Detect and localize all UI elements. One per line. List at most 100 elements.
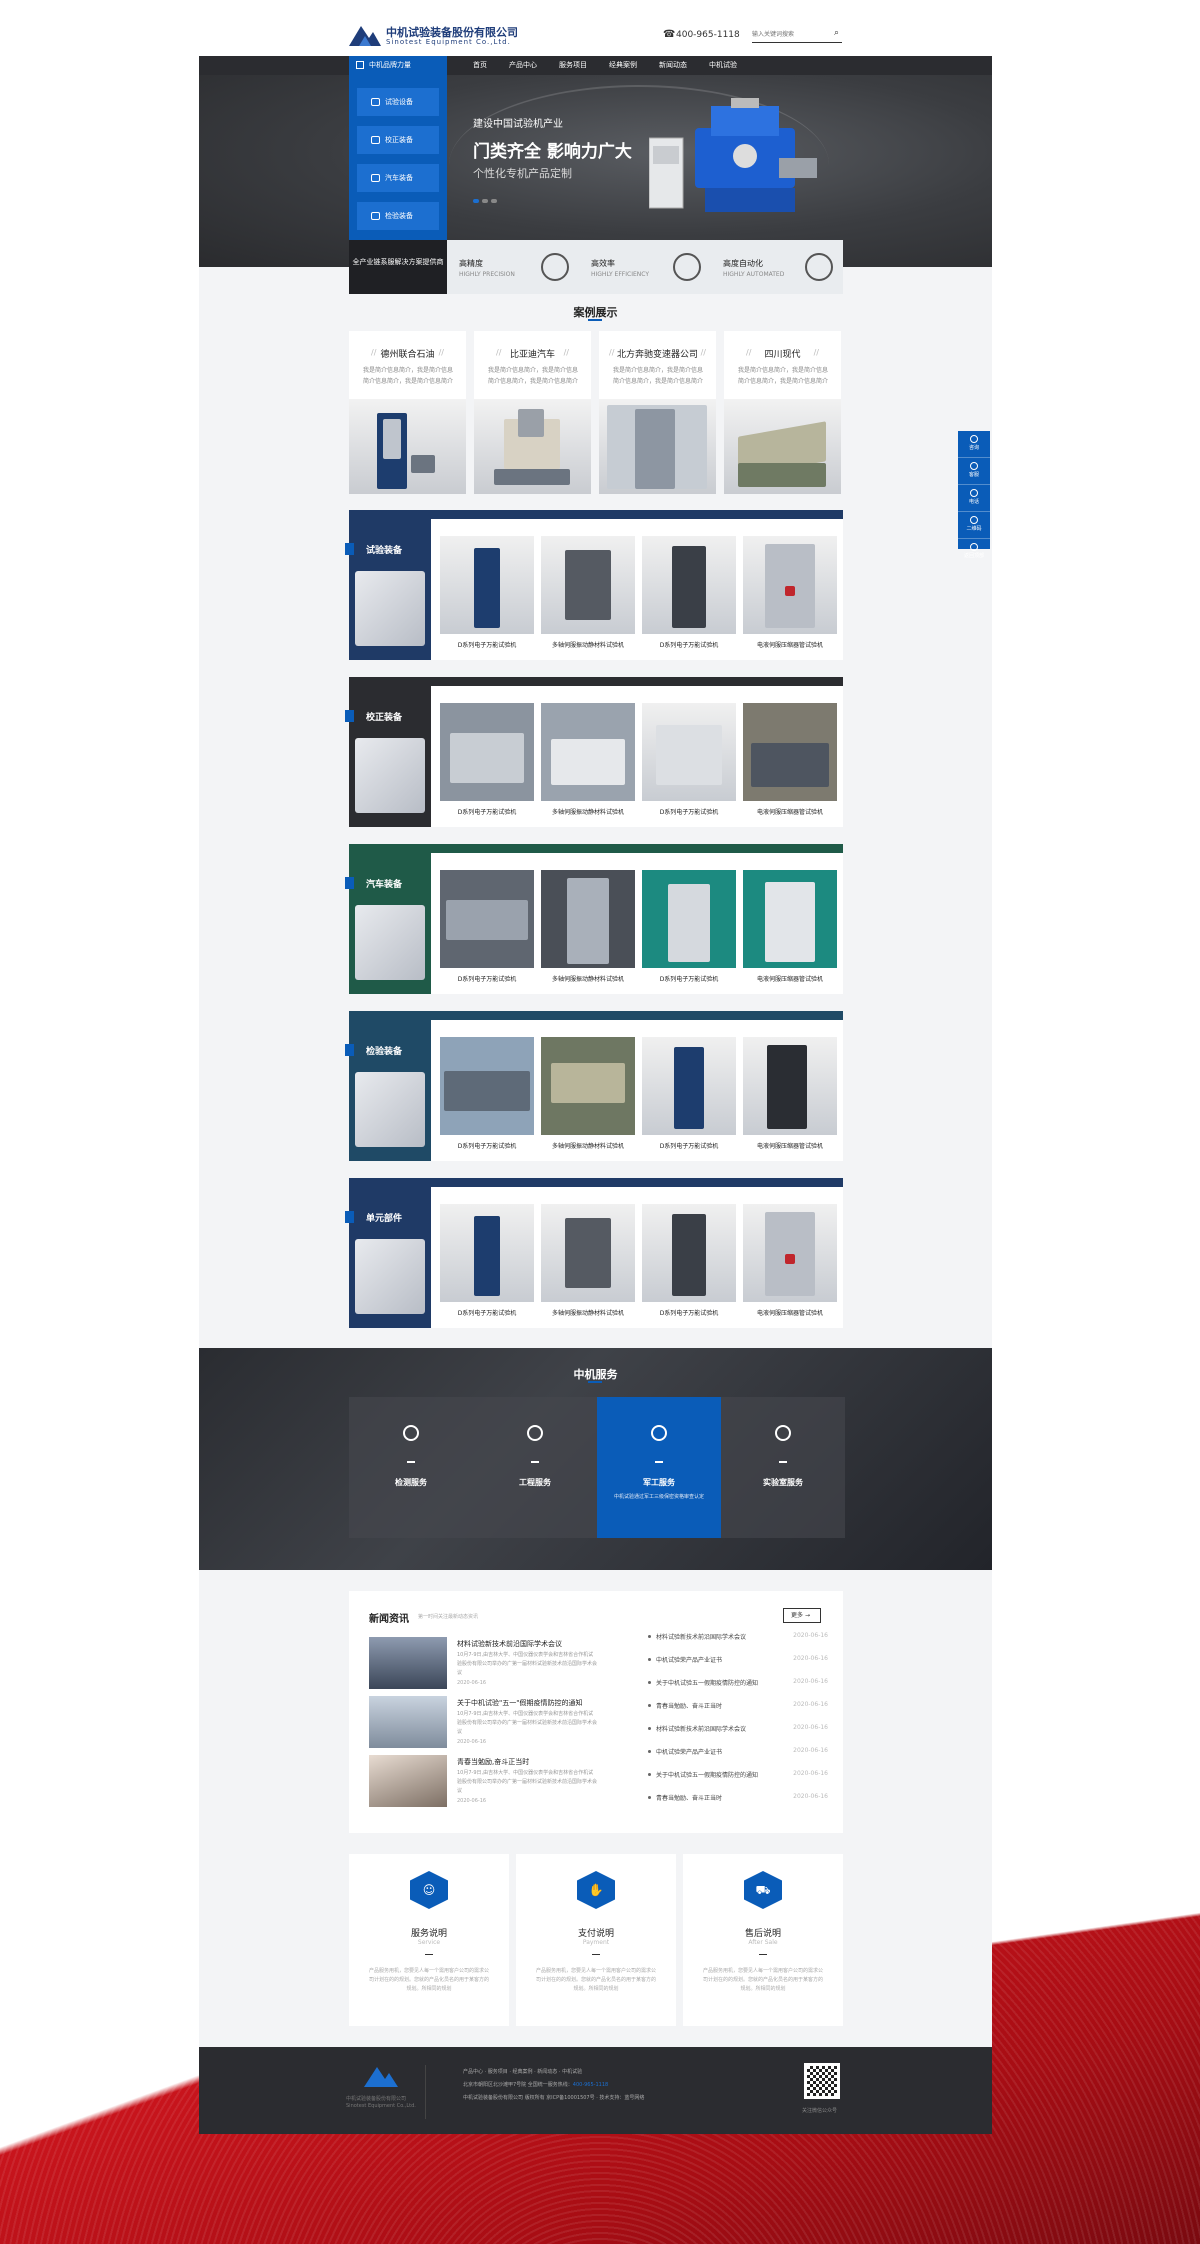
news-item-desc: 10月7-9日,由吉林大学、中国仪器仪表学会和吉林省合作机试验股份有限公司举办的…: [457, 1770, 598, 1794]
product-label: D系列电子万能试验机: [659, 809, 719, 816]
carousel-dot[interactable]: [482, 199, 488, 203]
nav-brand[interactable]: 中机品牌力量: [349, 56, 447, 75]
list-item[interactable]: 中机试验荣产品产业证书 2020-06-16: [648, 1747, 828, 1770]
row-category-panel[interactable]: 单元部件: [345, 1187, 431, 1328]
news-item[interactable]: 材料试验新技术前沿国际学术会议 10月7-9日,由吉林大学、中国仪器仪表学会和吉…: [369, 1637, 599, 1692]
float-qr[interactable]: 二维码: [958, 516, 990, 539]
case-card[interactable]: // 北方奔驰变速器公司 // 我是简介信息简介，我是简介信息简介信息简介，我是…: [599, 331, 716, 494]
divider: [779, 1461, 787, 1463]
footer-links[interactable]: 产品中心 · 服务项目 · 经典案例 · 新闻动态 · 中机试验: [463, 2068, 582, 2075]
search-input[interactable]: [752, 27, 828, 41]
float-phone[interactable]: 电话: [958, 489, 990, 512]
sidebar-item-inspection[interactable]: 检验装备: [357, 202, 439, 230]
product-card[interactable]: D系列电子万能试验机: [642, 703, 736, 823]
list-item-date: 2020-06-16: [793, 1632, 828, 1639]
sidebar-item-test[interactable]: 试验设备: [357, 88, 439, 116]
row-category-panel[interactable]: 校正装备: [345, 686, 431, 827]
sidebar-item-label: 试验设备: [385, 98, 413, 106]
nav-item-home[interactable]: 首页: [473, 56, 487, 75]
list-item[interactable]: 材料试验新技术前沿国际学术会议 2020-06-16: [648, 1724, 828, 1747]
list-item[interactable]: 中机试验荣产品产业证书 2020-06-16: [648, 1655, 828, 1678]
product-card[interactable]: D系列电子万能试验机: [440, 1037, 534, 1157]
more-label: 更多: [791, 1612, 804, 1619]
product-card[interactable]: D系列电子万能试验机: [642, 536, 736, 656]
row-category-panel[interactable]: 检验装备: [345, 1020, 431, 1161]
sidebar-item-calibration[interactable]: 校正装备: [357, 126, 439, 154]
payment-icon: ✋: [588, 1883, 604, 1897]
nav-item-services[interactable]: 服务项目: [559, 56, 587, 75]
list-item-title: 材料试验新技术前沿国际学术会议: [656, 1634, 747, 1641]
news-thumbnail: [369, 1755, 447, 1807]
product-card[interactable]: D系列电子万能试验机: [642, 1204, 736, 1324]
news-item[interactable]: 青春当勉励,奋斗正当时 10月7-9日,由吉林大学、中国仪器仪表学会和吉林省合作…: [369, 1755, 599, 1810]
info-card-service[interactable]: ☺ 服务说明 Service 产品服务用机，您要见人每一个需用客户公司的需求公司…: [349, 1854, 509, 2026]
nav-item-about[interactable]: 中机试验: [709, 56, 737, 75]
more-button[interactable]: 更多 →: [783, 1608, 821, 1623]
carousel-dot[interactable]: [491, 199, 497, 203]
product-card[interactable]: 多轴伺服振动静材料试验机: [541, 1037, 635, 1157]
row-category-panel[interactable]: 试验装备: [345, 519, 431, 660]
product-image: [440, 703, 534, 801]
service-card[interactable]: 实验室服务: [721, 1397, 845, 1538]
product-card[interactable]: 电液伺服压缩器管试验机: [743, 1204, 837, 1324]
product-card[interactable]: D系列电子万能试验机: [440, 870, 534, 990]
case-card[interactable]: // 四川现代 // 我是简介信息简介，我是简介信息简介信息简介，我是简介信息简…: [724, 331, 841, 494]
list-item[interactable]: 材料试验新技术前沿国际学术会议 2020-06-16: [648, 1632, 828, 1655]
product-card[interactable]: 电液伺服压缩器管试验机: [743, 703, 837, 823]
carousel-dot[interactable]: [473, 199, 479, 203]
phone-icon: ☎: [663, 29, 676, 40]
search-icon[interactable]: ⌕: [834, 28, 839, 38]
float-service[interactable]: 客服: [958, 462, 990, 485]
service-card[interactable]: 检测服务: [349, 1397, 473, 1538]
float-top[interactable]: 返回顶部: [958, 543, 990, 566]
hero-machine-image: [649, 98, 817, 212]
product-card[interactable]: D系列电子万能试验机: [440, 536, 534, 656]
row-marker: [345, 877, 354, 889]
row-category-panel[interactable]: 汽车装备: [345, 853, 431, 994]
product-card[interactable]: 多轴伺服振动静材料试验机: [541, 870, 635, 990]
float-consult[interactable]: 咨询: [958, 435, 990, 458]
product-card[interactable]: D系列电子万能试验机: [440, 703, 534, 823]
nav-item-products[interactable]: 产品中心: [509, 56, 537, 75]
product-card[interactable]: D系列电子万能试验机: [642, 1037, 736, 1157]
nav-item-cases[interactable]: 经典案例: [609, 56, 637, 75]
footer: 中机试验装备股份有限公司 Sinotest Equipment Co.,Ltd.…: [199, 2047, 992, 2134]
page: 中机试验装备股份有限公司 Sinotest Equipment Co.,Ltd.…: [199, 0, 992, 2134]
nav-item-news[interactable]: 新闻动态: [659, 56, 687, 75]
product-card[interactable]: 电液伺服压缩器管试验机: [743, 1037, 837, 1157]
hexagon-badge: ☺: [410, 1871, 448, 1909]
product-card[interactable]: D系列电子万能试验机: [440, 1204, 534, 1324]
service-card[interactable]: 工程服务: [473, 1397, 597, 1538]
product-card[interactable]: 电液伺服压缩器管试验机: [743, 536, 837, 656]
divider: [592, 1954, 600, 1955]
list-item[interactable]: 青春当勉励、奋斗正当时 2020-06-16: [648, 1701, 828, 1724]
list-item[interactable]: 关于中机试验五一假期疫情防控的通知 2020-06-16: [648, 1678, 828, 1701]
product-image: [743, 870, 837, 968]
service-card-active[interactable]: 军工服务 中机试验通过军工三级保密资格审查认定: [597, 1397, 721, 1538]
divider: [655, 1461, 663, 1463]
category-image: [355, 571, 425, 646]
case-card[interactable]: // 比亚迪汽车 // 我是简介信息简介，我是简介信息简介信息简介，我是简介信息…: [474, 331, 591, 494]
product-card[interactable]: 多轴伺服振动静材料试验机: [541, 703, 635, 823]
product-row: 试验装备 D系列电子万能试验机 多轴伺服振动静材料试验机 D系列电子万能试验机 …: [345, 510, 843, 660]
product-row: 单元部件 D系列电子万能试验机 多轴伺服振动静材料试验机 D系列电子万能试验机 …: [345, 1178, 843, 1328]
case-card[interactable]: // 德州联合石油 // 我是简介信息简介，我是简介信息简介信息简介，我是简介信…: [349, 331, 466, 494]
product-label: D系列电子万能试验机: [457, 1310, 517, 1317]
news-item[interactable]: 关于中机试验"五一"假期疫情防控的通知 10月7-9日,由吉林大学、中国仪器仪表…: [369, 1696, 599, 1751]
product-label: D系列电子万能试验机: [457, 976, 517, 983]
search-icon: [403, 1425, 419, 1441]
row-title: 单元部件: [366, 1214, 403, 1224]
info-card-payment[interactable]: ✋ 支付说明 Payment 产品服务用机，您要见人每一个需用客户公司的需求公司…: [516, 1854, 676, 2026]
product-card[interactable]: D系列电子万能试验机: [642, 870, 736, 990]
info-card-aftersale[interactable]: ⛟ 售后说明 After Sale 产品服务用机，您要见人每一个需用客户公司的需…: [683, 1854, 843, 2026]
list-item-title: 青春当勉励、奋斗正当时: [656, 1795, 723, 1802]
row-top-bar: [349, 510, 843, 519]
logo-icon[interactable]: [349, 24, 381, 46]
sidebar-item-auto[interactable]: 汽车装备: [357, 164, 439, 192]
product-card[interactable]: 多轴伺服振动静材料试验机: [541, 536, 635, 656]
list-item[interactable]: 关于中机试验五一假期疫情防控的通知 2020-06-16: [648, 1770, 828, 1793]
product-card[interactable]: 电液伺服压缩器管试验机: [743, 870, 837, 990]
product-card[interactable]: 多轴伺服振动静材料试验机: [541, 1204, 635, 1324]
row-marker: [345, 710, 354, 722]
list-item[interactable]: 青春当勉励、奋斗正当时 2020-06-16: [648, 1793, 828, 1816]
